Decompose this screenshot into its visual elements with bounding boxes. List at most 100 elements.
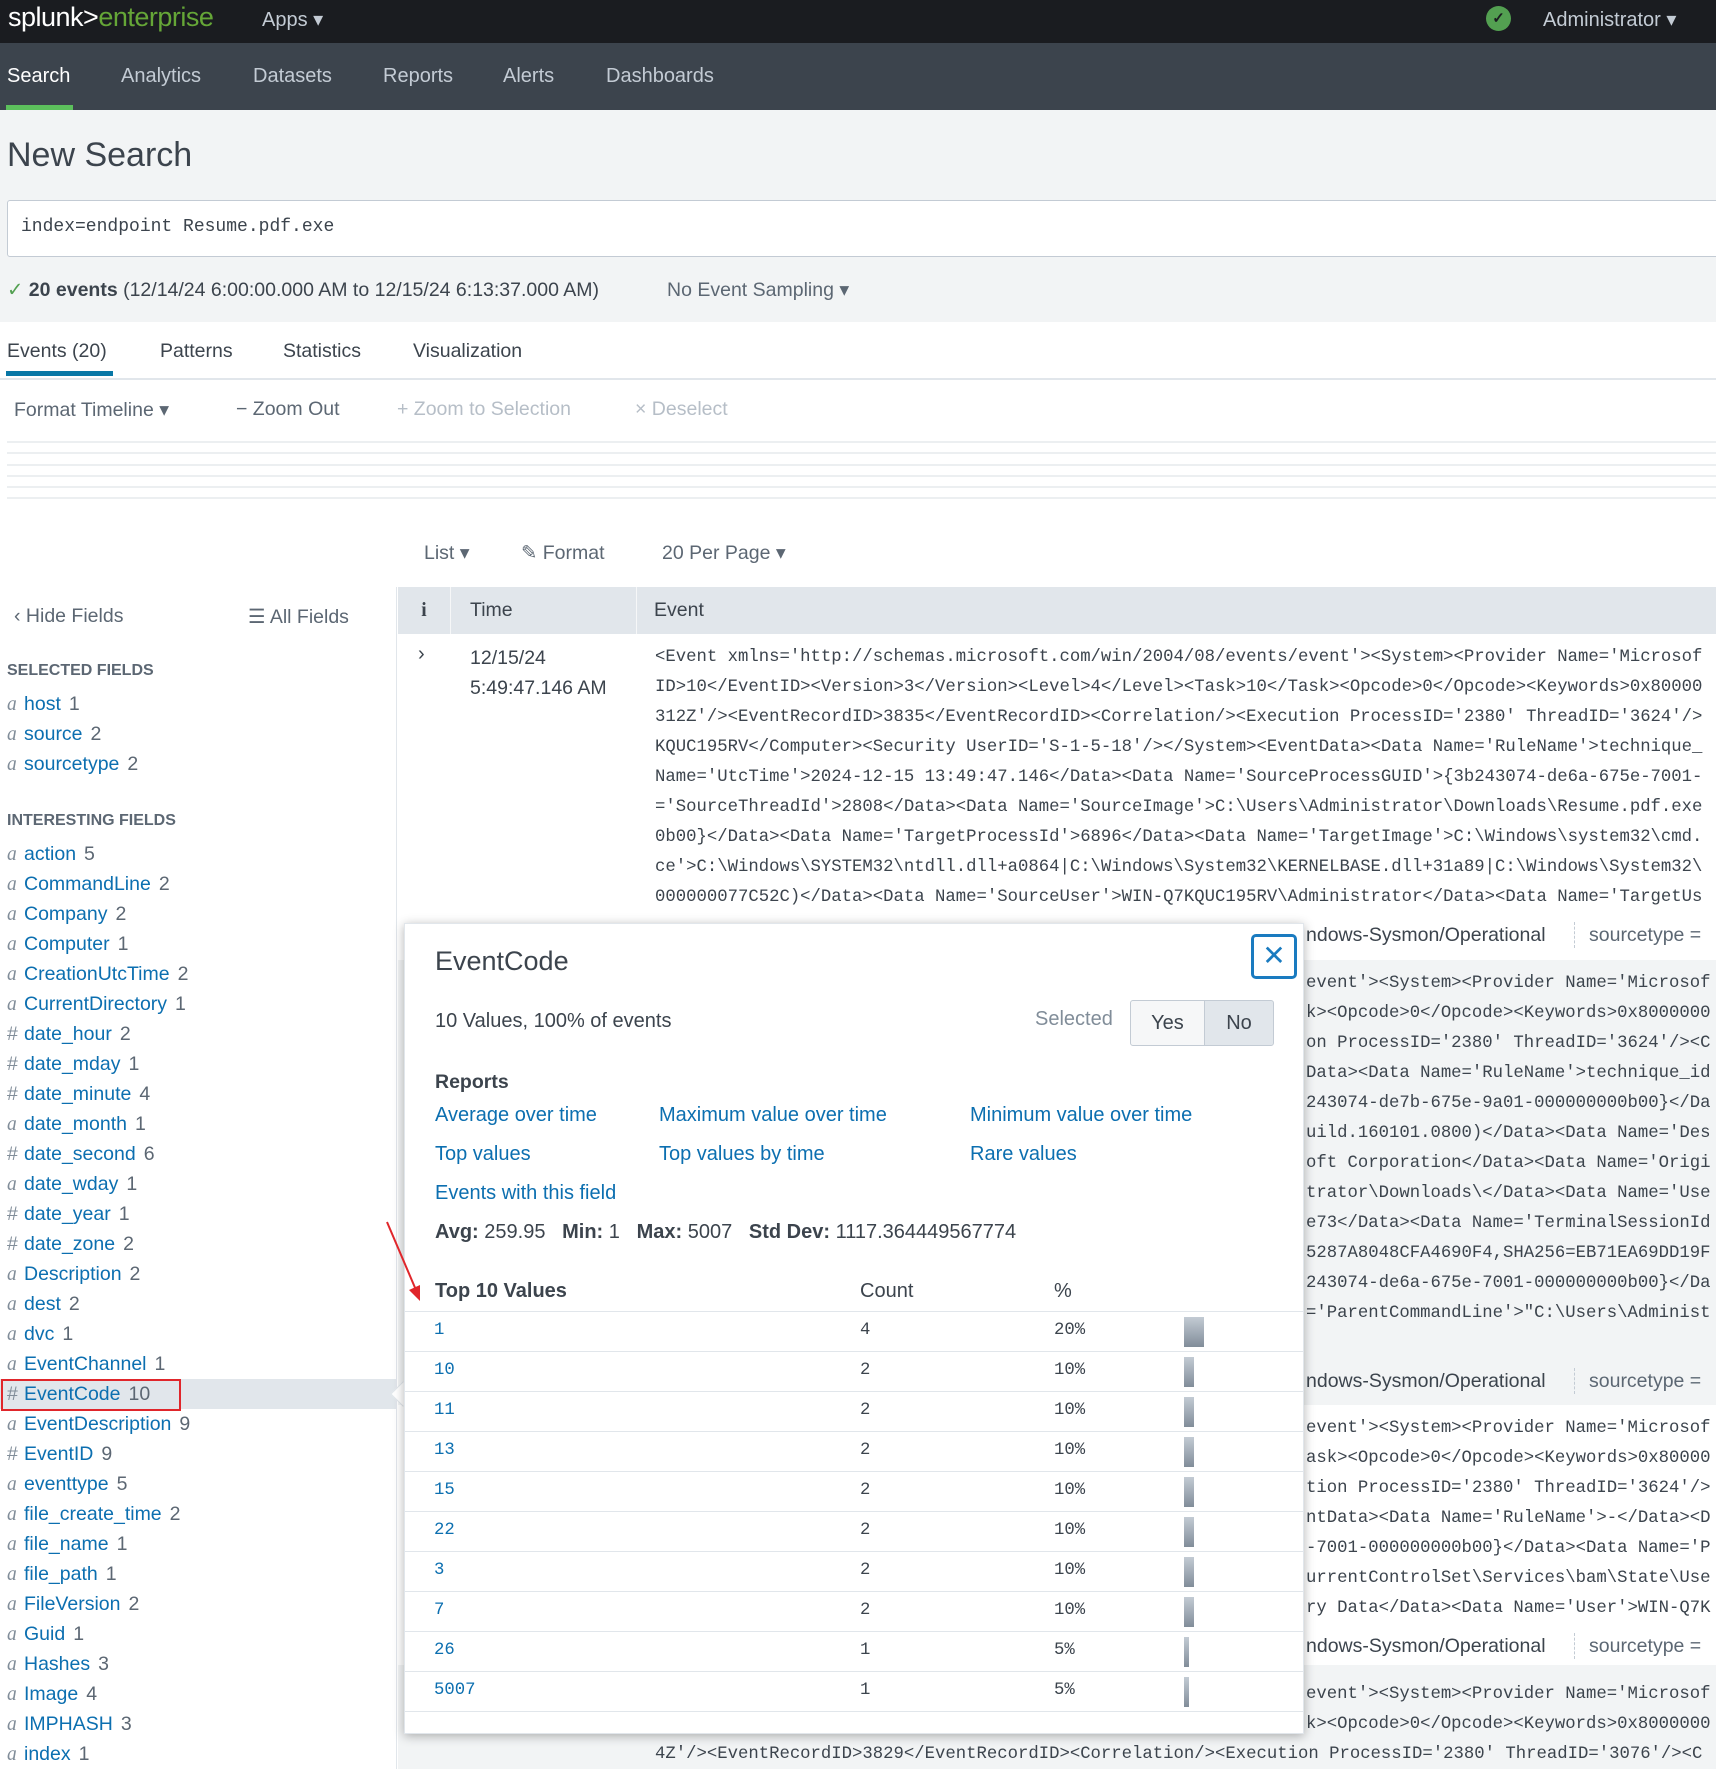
top-value-link[interactable]: 10: [434, 1361, 455, 1380]
tab-visualization[interactable]: Visualization: [413, 340, 522, 363]
all-fields-button[interactable]: ☰ All Fields: [248, 605, 349, 629]
report-rare-values[interactable]: Rare values: [970, 1143, 1077, 1166]
close-icon[interactable]: ✕: [1251, 934, 1297, 979]
nav-reports[interactable]: Reports: [383, 65, 453, 88]
field-item-currentdirectory[interactable]: a CurrentDirectory 1: [0, 989, 396, 1019]
top-value-count: 4: [860, 1321, 871, 1340]
user-menu[interactable]: Administrator ▾: [1543, 7, 1676, 32]
deselect-button[interactable]: × Deselect: [635, 398, 728, 421]
event-field-sourcetype[interactable]: sourcetype =: [1589, 920, 1701, 950]
splunk-logo[interactable]: splunk>enterprise: [8, 2, 214, 33]
tab-events[interactable]: Events (20): [7, 340, 107, 363]
event-field-sourcetype[interactable]: sourcetype =: [1589, 1366, 1701, 1396]
time-column-header[interactable]: Time: [451, 587, 637, 634]
field-item-guid[interactable]: a Guid 1: [0, 1619, 396, 1649]
top-value-link[interactable]: 22: [434, 1521, 455, 1540]
field-count: 1: [128, 1053, 140, 1075]
selected-no-button[interactable]: No: [1204, 1000, 1274, 1046]
field-item-file_create_time[interactable]: a file_create_time 2: [0, 1499, 396, 1529]
event-field-source[interactable]: ndows-Sysmon/Operational: [1306, 920, 1546, 950]
report-top-values[interactable]: Top values: [435, 1143, 531, 1166]
nav-dashboards[interactable]: Dashboards: [606, 65, 714, 88]
field-item-eventdescription[interactable]: a EventDescription 9: [0, 1409, 396, 1439]
field-item-description[interactable]: a Description 2: [0, 1259, 396, 1289]
field-item-imphash[interactable]: a IMPHASH 3: [0, 1709, 396, 1739]
format-timeline-dropdown[interactable]: Format Timeline ▾: [14, 398, 169, 422]
field-item-date_zone[interactable]: # date_zone 2: [0, 1229, 396, 1259]
format-button[interactable]: ✎ Format: [521, 541, 605, 565]
field-item-host[interactable]: a host 1: [0, 689, 396, 719]
field-item-date_second[interactable]: # date_second 6: [0, 1139, 396, 1169]
field-name: eventtype: [24, 1473, 109, 1495]
report-average-over-time[interactable]: Average over time: [435, 1104, 597, 1127]
top-value-link[interactable]: 7: [434, 1601, 444, 1620]
field-item-eventtype[interactable]: a eventtype 5: [0, 1469, 396, 1499]
field-item-index[interactable]: a index 1: [0, 1739, 396, 1769]
nav-search[interactable]: Search: [7, 65, 70, 88]
field-item-eventid[interactable]: # EventID 9: [0, 1439, 396, 1469]
event-field-sourcetype[interactable]: sourcetype =: [1589, 1631, 1701, 1661]
field-item-date_year[interactable]: # date_year 1: [0, 1199, 396, 1229]
string-type-icon: a: [7, 694, 17, 715]
field-item-file_path[interactable]: a file_path 1: [0, 1559, 396, 1589]
field-item-dvc[interactable]: a dvc 1: [0, 1319, 396, 1349]
report-events-with-field[interactable]: Events with this field: [435, 1182, 616, 1205]
string-type-icon: a: [7, 1654, 17, 1675]
top-value-link[interactable]: 15: [434, 1481, 455, 1500]
event-raw-line: 5287A8048CFA4690F4,SHA256=EB71EA69DD19F: [1306, 1244, 1711, 1263]
field-item-date_minute[interactable]: # date_minute 4: [0, 1079, 396, 1109]
field-item-date_hour[interactable]: # date_hour 2: [0, 1019, 396, 1049]
nav-alerts[interactable]: Alerts: [503, 65, 554, 88]
field-item-commandline[interactable]: a CommandLine 2: [0, 869, 396, 899]
top-value-link[interactable]: 13: [434, 1441, 455, 1460]
apps-menu[interactable]: Apps ▾: [262, 7, 323, 32]
field-item-sourcetype[interactable]: a sourcetype 2: [0, 749, 396, 779]
field-name: Guid: [24, 1623, 66, 1645]
tab-divider: [0, 378, 1716, 380]
field-item-creationutctime[interactable]: a CreationUtcTime 2: [0, 959, 396, 989]
search-input[interactable]: index=endpoint Resume.pdf.exe: [7, 200, 1716, 257]
expand-event-chevron-icon[interactable]: ›: [418, 643, 425, 666]
field-item-fileversion[interactable]: a FileVersion 2: [0, 1589, 396, 1619]
report-maximum-over-time[interactable]: Maximum value over time: [659, 1104, 887, 1127]
field-item-hashes[interactable]: a Hashes 3: [0, 1649, 396, 1679]
top-value-link[interactable]: 5007: [434, 1681, 475, 1700]
top-value-count: 2: [860, 1601, 871, 1620]
zoom-out-button[interactable]: − Zoom Out: [236, 398, 340, 421]
field-item-date_mday[interactable]: # date_mday 1: [0, 1049, 396, 1079]
report-top-values-by-time[interactable]: Top values by time: [659, 1143, 825, 1166]
event-sampling-dropdown[interactable]: No Event Sampling ▾: [667, 278, 849, 302]
top-value-link[interactable]: 11: [434, 1401, 455, 1420]
zoom-to-selection-button[interactable]: + Zoom to Selection: [397, 398, 571, 421]
field-item-file_name[interactable]: a file_name 1: [0, 1529, 396, 1559]
string-type-icon: a: [7, 934, 17, 955]
field-item-eventchannel[interactable]: a EventChannel 1: [0, 1349, 396, 1379]
list-view-dropdown[interactable]: List ▾: [424, 541, 470, 565]
field-item-action[interactable]: a action 5: [0, 839, 396, 869]
event-field-source[interactable]: ndows-Sysmon/Operational: [1306, 1631, 1546, 1661]
top-value-link[interactable]: 26: [434, 1641, 455, 1660]
nav-datasets[interactable]: Datasets: [253, 65, 332, 88]
field-count: 2: [68, 1293, 80, 1315]
field-item-computer[interactable]: a Computer 1: [0, 929, 396, 959]
string-type-icon: a: [7, 1414, 17, 1435]
event-field-source[interactable]: ndows-Sysmon/Operational: [1306, 1366, 1546, 1396]
top-value-link[interactable]: 1: [434, 1321, 444, 1340]
field-item-dest[interactable]: a dest 2: [0, 1289, 396, 1319]
top-value-link[interactable]: 3: [434, 1561, 444, 1580]
field-item-image[interactable]: a Image 4: [0, 1679, 396, 1709]
top-value-row: 11 2 10%: [405, 1391, 1303, 1431]
hide-fields-button[interactable]: ‹ Hide Fields: [14, 605, 123, 628]
field-item-source[interactable]: a source 2: [0, 719, 396, 749]
field-item-date_month[interactable]: a date_month 1: [0, 1109, 396, 1139]
health-status-check-icon[interactable]: ✓: [1486, 6, 1511, 31]
highlight-annotation-box: [1, 1379, 181, 1411]
field-item-company[interactable]: a Company 2: [0, 899, 396, 929]
tab-patterns[interactable]: Patterns: [160, 340, 233, 363]
tab-statistics[interactable]: Statistics: [283, 340, 361, 363]
field-item-date_wday[interactable]: a date_wday 1: [0, 1169, 396, 1199]
nav-analytics[interactable]: Analytics: [121, 65, 201, 88]
selected-yes-button[interactable]: Yes: [1130, 1000, 1205, 1046]
per-page-dropdown[interactable]: 20 Per Page ▾: [662, 541, 786, 565]
report-minimum-over-time[interactable]: Minimum value over time: [970, 1104, 1192, 1127]
